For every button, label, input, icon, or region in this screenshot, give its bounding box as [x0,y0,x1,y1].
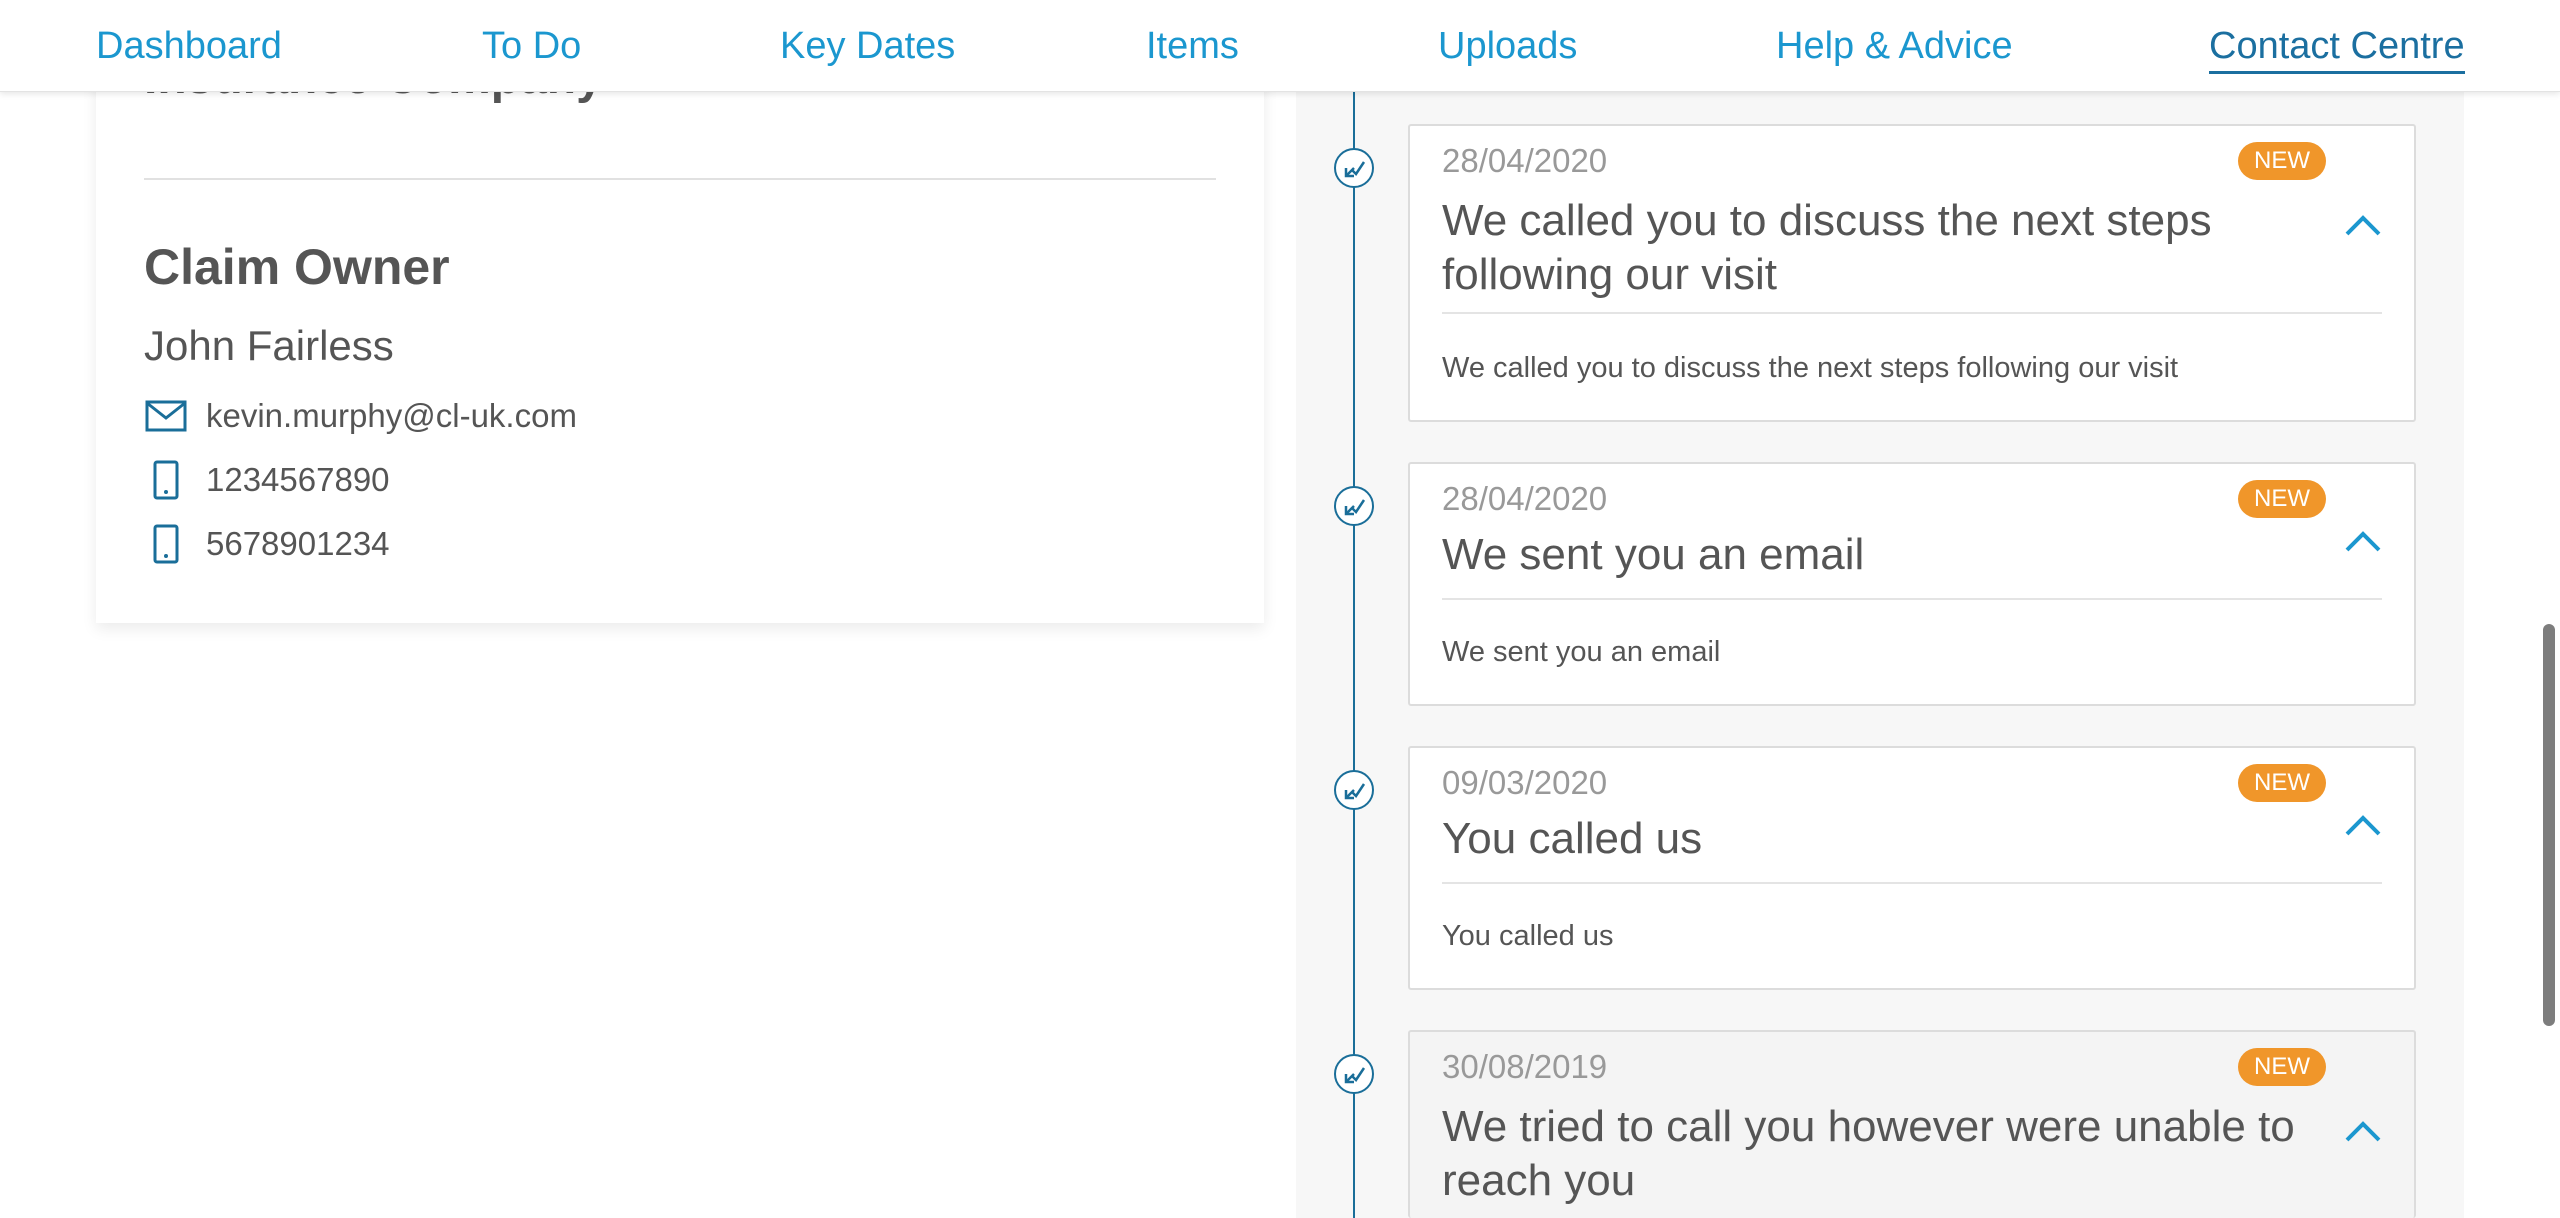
mobile-phone-icon [144,522,188,566]
owner-phone-row-2: 5678901234 [144,522,390,566]
nav-help-advice[interactable]: Help & Advice [1776,22,2013,70]
section-divider [144,178,1216,180]
timeline-event-card: 30/08/2019 NEW We tried to call you howe… [1408,1030,2416,1218]
phone-call-icon [1334,148,1374,188]
event-date: 09/03/2020 [1442,764,1608,801]
owner-email-row: kevin.murphy@cl-uk.com [144,394,577,438]
nav-dashboard[interactable]: Dashboard [96,22,282,70]
envelope-icon [144,394,188,438]
claim-owner-heading: Claim Owner [144,239,450,295]
chevron-up-icon[interactable] [2342,526,2384,554]
owner-phone-2: 5678901234 [206,525,390,562]
new-badge: NEW [2238,142,2326,180]
owner-phone-row-1: 1234567890 [144,458,390,502]
owner-email-link[interactable]: kevin.murphy@cl-uk.com [206,394,577,438]
timeline-event-card: 28/04/2020 NEW We sent you an email We s… [1408,462,2416,706]
phone-call-icon [1334,486,1374,526]
chevron-up-icon[interactable] [2342,210,2384,238]
phone-call-icon [1334,1054,1374,1094]
event-body: We called you to discuss the next steps … [1442,352,2179,384]
event-divider [1442,312,2382,314]
mobile-phone-icon [144,458,188,502]
event-divider [1442,598,2382,600]
nav-key-dates[interactable]: Key Dates [780,22,955,70]
new-badge: NEW [2238,764,2326,802]
nav-uploads[interactable]: Uploads [1438,22,1577,70]
nav-contact-centre[interactable]: Contact Centre [2209,22,2465,74]
new-badge: NEW [2238,1048,2326,1086]
chevron-up-icon[interactable] [2342,1116,2384,1144]
nav-items[interactable]: Items [1146,22,1239,70]
event-title: We called you to discuss the next steps … [1442,196,2212,299]
event-date: 30/08/2019 [1442,1048,1608,1085]
phone-call-icon [1334,770,1374,810]
chevron-up-icon[interactable] [2342,810,2384,838]
top-navigation: Dashboard To Do Key Dates Items Uploads … [0,0,2560,92]
timeline-event-card: 28/04/2020 NEW We called you to discuss … [1408,124,2416,422]
new-badge: NEW [2238,480,2326,518]
nav-to-do[interactable]: To Do [482,22,581,70]
page-scrollbar-thumb[interactable] [2543,624,2555,1026]
event-date: 28/04/2020 [1442,142,1608,179]
event-body: You called us [1442,920,1614,952]
event-date: 28/04/2020 [1442,480,1608,517]
timeline-line [1353,92,1355,1218]
event-body: We sent you an email [1442,636,1721,668]
owner-phone-1: 1234567890 [206,461,390,498]
event-title: You called us [1442,814,1703,863]
event-divider [1442,882,2382,884]
event-title: We tried to call you however were unable… [1442,1102,2295,1205]
claim-owner-name: John Fairless [144,322,394,369]
event-title: We sent you an email [1442,530,1865,579]
timeline-event-card: 09/03/2020 NEW You called us You called … [1408,746,2416,990]
